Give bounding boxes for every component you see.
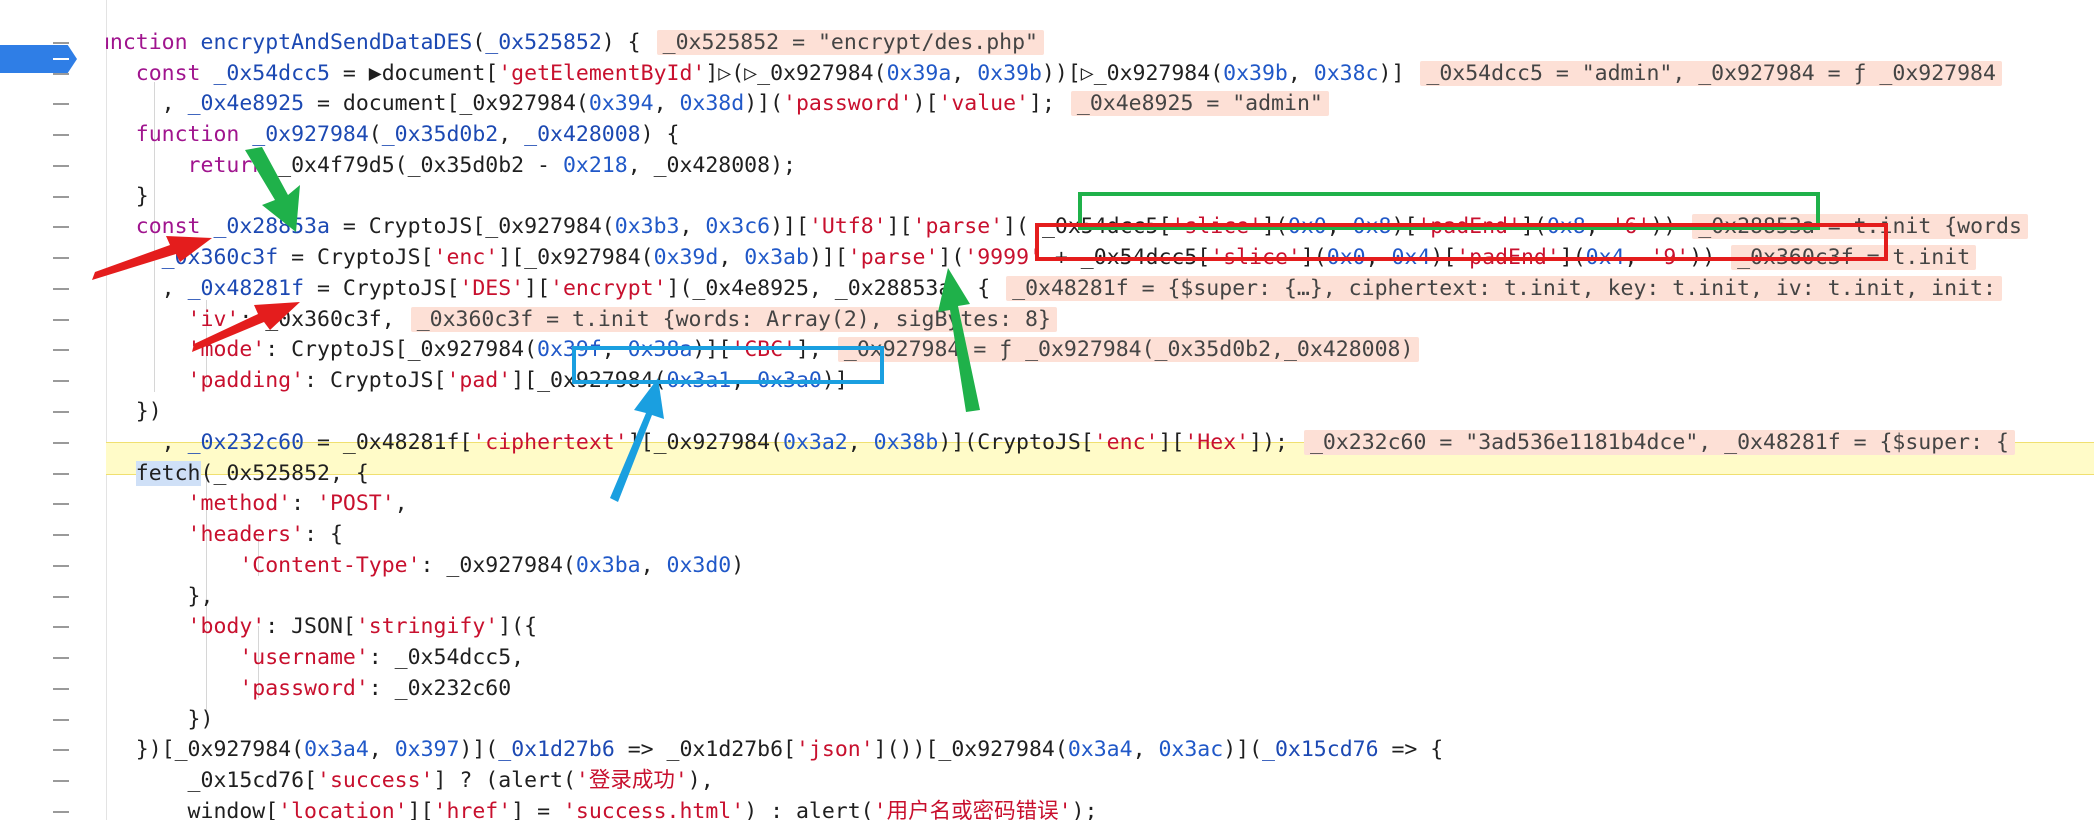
red-arrow-upper — [92, 236, 212, 280]
green-arrow-up — [938, 268, 980, 412]
red-arrow-lower — [192, 302, 300, 352]
annotation-arrows — [92, 147, 980, 502]
blue-arrow — [610, 378, 664, 502]
green-arrow-down — [245, 147, 300, 232]
